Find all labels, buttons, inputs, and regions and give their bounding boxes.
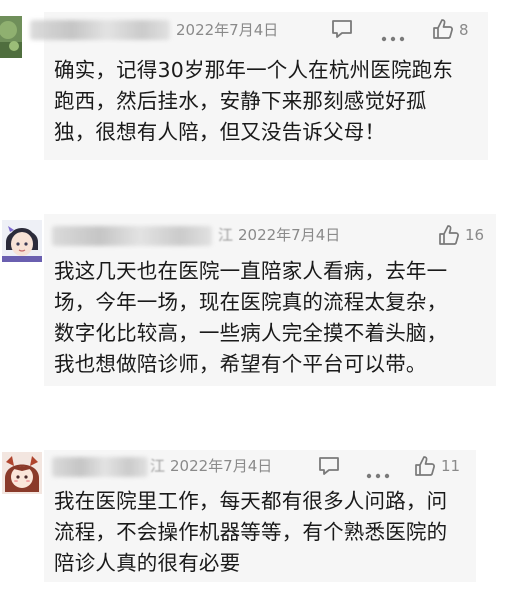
- comment-date: 2022年7月4日: [170, 457, 273, 475]
- avatar[interactable]: [0, 16, 22, 58]
- comment-text: 我这几天也在医院一直陪家人看病，去年一 场，今年一场，现在医院真的流程太复杂， …: [54, 256, 447, 380]
- comment-text-line: 流程，不会操作机器等等，有个熟悉医院的: [54, 520, 448, 544]
- comment-date: 2022年7月4日: [176, 21, 279, 39]
- commenter-name-blurred[interactable]: [52, 226, 212, 246]
- comment-text-line: 我这几天也在医院一直陪家人看病，去年一: [54, 259, 448, 283]
- comment-text-line: 我在医院里工作，每天都有很多人问路，问: [54, 489, 448, 513]
- commenter-name-blurred[interactable]: [52, 457, 148, 477]
- comment-text-line: 场，今年一场，现在医院真的流程太复杂，: [54, 290, 448, 314]
- thumbs-up-icon[interactable]: [438, 224, 460, 250]
- avatar[interactable]: [2, 220, 42, 262]
- like-count: 16: [465, 226, 485, 244]
- commenter-name-tail: 江: [150, 457, 166, 475]
- commenter-name-tail: 江: [218, 226, 234, 244]
- commenter-name-blurred[interactable]: [30, 20, 170, 40]
- comment-text-line: 数字化比较高，一些病人完全摸不着头脑，: [54, 321, 448, 345]
- comment-text: 确实，记得30岁那年一个人在杭州医院跑东 跑西，然后挂水，安静下来那刻感觉好孤 …: [54, 55, 453, 148]
- comment-text-line: 跑西，然后挂水，安静下来那刻感觉好孤: [54, 89, 427, 113]
- comment-date: 2022年7月4日: [238, 226, 341, 244]
- comment-bubble-icon[interactable]: [318, 456, 340, 480]
- more-dots-icon[interactable]: [366, 464, 390, 483]
- comment-bubble-icon[interactable]: [331, 19, 353, 43]
- comment-text-line: 确实，记得30岁那年一个人在杭州医院跑东: [54, 58, 454, 82]
- comment-text-line: 陪诊人真的很有必要: [54, 551, 241, 575]
- thumbs-up-icon[interactable]: [414, 455, 436, 481]
- like-count: 8: [459, 21, 469, 39]
- more-dots-icon[interactable]: [381, 27, 405, 46]
- avatar[interactable]: [2, 452, 42, 494]
- comment-text-line: 我也想做陪诊师，希望有个平台可以带。: [54, 352, 427, 376]
- comment-text-line: 独，很想有人陪，但又没告诉父母！: [54, 120, 386, 144]
- thumbs-up-icon[interactable]: [432, 18, 454, 44]
- comment-text: 我在医院里工作，每天都有很多人问路，问 流程，不会操作机器等等，有个熟悉医院的 …: [54, 486, 447, 579]
- like-count: 11: [441, 457, 461, 475]
